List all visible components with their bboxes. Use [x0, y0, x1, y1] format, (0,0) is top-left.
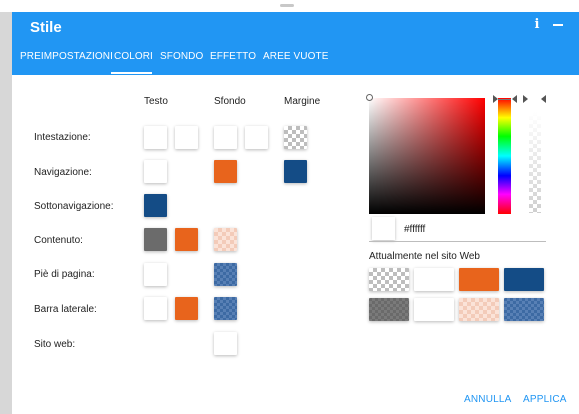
navigation-text-swatch[interactable]: [144, 160, 167, 183]
sidebar-background-swatch[interactable]: [214, 297, 237, 320]
row-label-header: Intestazione:: [34, 132, 91, 143]
hex-input-underline: [369, 241, 546, 242]
row-label-navigation: Navigazione:: [34, 167, 92, 178]
hue-handle-right-icon[interactable]: [512, 95, 517, 103]
footer-text-swatch[interactable]: [144, 263, 167, 286]
tab-colori[interactable]: COLORI: [114, 51, 153, 62]
tab-sfondo[interactable]: SFONDO: [160, 51, 203, 62]
dialog-header: Stile i PREIMPOSTAZIONI COLORI SFONDO EF…: [12, 12, 579, 75]
column-header-text: Testo: [144, 96, 168, 107]
active-tab-indicator: [111, 72, 152, 74]
alpha-handle-left-icon[interactable]: [523, 95, 528, 103]
current-color-swatch[interactable]: [414, 298, 454, 321]
selected-color-preview: [372, 217, 395, 240]
current-color-swatch[interactable]: [459, 298, 499, 321]
hex-input[interactable]: #ffffff: [404, 224, 425, 235]
current-color-swatch[interactable]: [504, 298, 544, 321]
current-color-swatch[interactable]: [369, 268, 409, 291]
picker-cursor[interactable]: [366, 94, 373, 101]
sidebar-text-swatch[interactable]: [144, 297, 167, 320]
apply-button[interactable]: APPLICA: [523, 394, 567, 405]
content-text-swatch[interactable]: [144, 228, 167, 251]
info-icon[interactable]: i: [532, 17, 542, 32]
current-color-swatch[interactable]: [369, 298, 409, 321]
website-background-swatch[interactable]: [214, 332, 237, 355]
tab-aree-vuote[interactable]: AREE VUOTE: [263, 51, 328, 62]
row-label-footer: Piè di pagina:: [34, 269, 95, 280]
current-colors-label: Attualmente nel sito Web: [369, 251, 480, 262]
minimize-icon[interactable]: [553, 24, 563, 28]
tab-bar: PREIMPOSTAZIONI COLORI SFONDO EFFETTO AR…: [12, 49, 579, 75]
window-edge: [0, 0, 12, 414]
header-background-2-swatch[interactable]: [245, 126, 268, 149]
cancel-button[interactable]: ANNULLA: [464, 394, 512, 405]
footer-background-swatch[interactable]: [214, 263, 237, 286]
hue-slider[interactable]: [498, 98, 511, 214]
row-label-subnavigation: Sottonavigazione:: [34, 201, 114, 212]
header-text-hover-swatch[interactable]: [175, 126, 198, 149]
current-color-swatch[interactable]: [504, 268, 544, 291]
hue-handle-left-icon[interactable]: [493, 95, 498, 103]
subnavigation-text-swatch[interactable]: [144, 194, 167, 217]
navigation-border-swatch[interactable]: [284, 160, 307, 183]
tab-effetto[interactable]: EFFETTO: [210, 51, 256, 62]
header-text-swatch[interactable]: [144, 126, 167, 149]
saturation-picker[interactable]: [369, 98, 485, 214]
drag-handle[interactable]: [280, 4, 294, 7]
row-label-website: Sito web:: [34, 339, 76, 350]
column-header-background: Sfondo: [214, 96, 246, 107]
header-background-swatch[interactable]: [214, 126, 237, 149]
row-label-content: Contenuto:: [34, 235, 83, 246]
current-color-swatch[interactable]: [459, 268, 499, 291]
alpha-handle-right-icon[interactable]: [541, 95, 546, 103]
content-background-swatch[interactable]: [214, 228, 237, 251]
style-dialog: Stile i PREIMPOSTAZIONI COLORI SFONDO EF…: [12, 12, 579, 414]
content-link-swatch[interactable]: [175, 228, 198, 251]
alpha-slider[interactable]: [529, 112, 541, 213]
header-border-swatch[interactable]: [284, 126, 307, 149]
column-header-border: Margine: [284, 96, 321, 107]
current-color-swatch[interactable]: [414, 268, 454, 291]
hue-slider-marker: [498, 99, 511, 100]
sidebar-link-swatch[interactable]: [175, 297, 198, 320]
row-label-sidebar: Barra laterale:: [34, 304, 97, 315]
tab-preimpostazioni[interactable]: PREIMPOSTAZIONI: [20, 51, 113, 62]
dialog-title: Stile: [30, 19, 62, 36]
navigation-background-swatch[interactable]: [214, 160, 237, 183]
